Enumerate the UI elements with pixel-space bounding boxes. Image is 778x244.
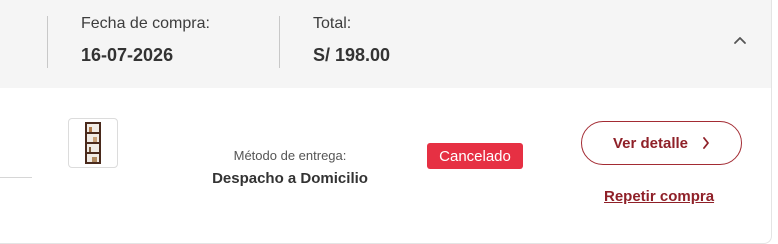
repeat-purchase-link[interactable]: Repetir compra bbox=[604, 188, 714, 205]
chevron-right-icon bbox=[703, 137, 709, 149]
order-card: Fecha de compra: 16-07-2026 Total: S/ 19… bbox=[0, 0, 772, 244]
delivery-method-value: Despacho a Domicilio bbox=[212, 170, 368, 187]
order-summary-header: Fecha de compra: 16-07-2026 Total: S/ 19… bbox=[0, 0, 771, 88]
status-badge: Cancelado bbox=[427, 143, 523, 169]
summary-divider bbox=[47, 16, 48, 68]
total-value: S/ 198.00 bbox=[313, 45, 391, 65]
row-divider bbox=[0, 177, 32, 178]
view-detail-label: Ver detalle bbox=[612, 134, 689, 152]
purchase-date-label: Fecha de compra: bbox=[81, 15, 210, 32]
delivery-method-label: Método de entrega: bbox=[233, 148, 347, 163]
summary-divider bbox=[279, 16, 280, 68]
purchase-date-value: 16-07-2026 bbox=[81, 45, 174, 65]
total-label: Total: bbox=[313, 15, 352, 32]
chevron-up-icon bbox=[734, 37, 746, 44]
product-thumbnail[interactable] bbox=[68, 118, 118, 168]
collapse-toggle-button[interactable] bbox=[726, 26, 754, 54]
view-detail-button[interactable]: Ver detalle bbox=[581, 121, 742, 165]
bookshelf-product-image bbox=[85, 122, 101, 164]
